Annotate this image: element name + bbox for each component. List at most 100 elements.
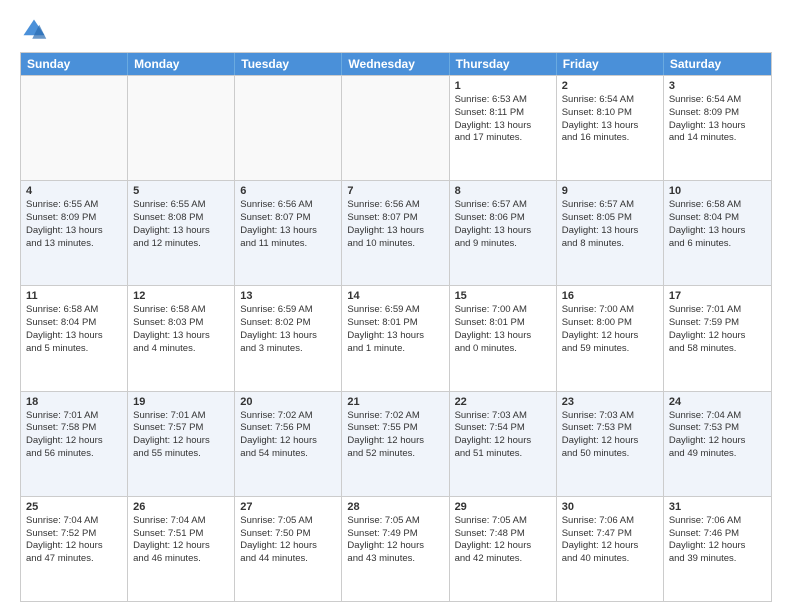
day-cell-3: 3Sunrise: 6:54 AMSunset: 8:09 PMDaylight… — [664, 76, 771, 180]
cell-line: Sunrise: 7:03 AM — [562, 410, 658, 423]
day-cell-26: 26 Sunrise: 7:04 AMSunset: 7:51 PMDayligh… — [128, 497, 235, 601]
cell-line: Sunset: 7:49 PM — [347, 528, 443, 541]
day-cell-30: 30Sunrise: 7:06 AMSunset: 7:47 PMDayligh… — [557, 497, 664, 601]
cell-line: Daylight: 12 hours — [133, 540, 229, 553]
cell-line: and 54 minutes. — [240, 448, 336, 461]
cell-line: Sunset: 7:51 PM — [133, 528, 229, 541]
cell-line: Daylight: 12 hours — [669, 435, 766, 448]
cell-line: Daylight: 12 hours — [562, 435, 658, 448]
day-number: 22 — [455, 396, 551, 408]
cell-line: and 58 minutes. — [669, 343, 766, 356]
day-number: 15 — [455, 290, 551, 302]
header-day-saturday: Saturday — [664, 53, 771, 75]
day-cell-29: 29Sunrise: 7:05 AMSunset: 7:48 PMDayligh… — [450, 497, 557, 601]
calendar-row-0: 1Sunrise: 6:53 AMSunset: 8:11 PMDaylight… — [21, 75, 771, 180]
cell-line: Sunset: 7:55 PM — [347, 422, 443, 435]
cell-line: Sunset: 7:48 PM — [455, 528, 551, 541]
cell-line: Sunset: 8:09 PM — [669, 107, 766, 120]
day-number: 28 — [347, 501, 443, 513]
day-number: 29 — [455, 501, 551, 513]
day-cell-31: 31Sunrise: 7:06 AMSunset: 7:46 PMDayligh… — [664, 497, 771, 601]
cell-line: Daylight: 12 hours — [26, 540, 122, 553]
header-day-monday: Monday — [128, 53, 235, 75]
cell-line: Sunrise: 7:01 AM — [669, 304, 766, 317]
day-cell-11: 11Sunrise: 6:58 AMSunset: 8:04 PMDayligh… — [21, 286, 128, 390]
cell-line: Sunset: 7:59 PM — [669, 317, 766, 330]
cell-line: Daylight: 12 hours — [133, 435, 229, 448]
day-number: 25 — [26, 501, 122, 513]
cell-line: Daylight: 13 hours — [562, 225, 658, 238]
day-cell-17: 17Sunrise: 7:01 AMSunset: 7:59 PMDayligh… — [664, 286, 771, 390]
cell-line: and 1 minute. — [347, 343, 443, 356]
header-day-tuesday: Tuesday — [235, 53, 342, 75]
day-number: 2 — [562, 80, 658, 92]
cell-line: Sunset: 8:07 PM — [240, 212, 336, 225]
day-number: 10 — [669, 185, 766, 197]
cell-line: and 13 minutes. — [26, 238, 122, 251]
header-day-friday: Friday — [557, 53, 664, 75]
day-cell-18: 18Sunrise: 7:01 AMSunset: 7:58 PMDayligh… — [21, 392, 128, 496]
day-number: 31 — [669, 501, 766, 513]
cell-line: Sunrise: 6:58 AM — [669, 199, 766, 212]
day-number: 3 — [669, 80, 766, 92]
cell-line: Sunset: 8:09 PM — [26, 212, 122, 225]
cell-line: Daylight: 13 hours — [133, 225, 229, 238]
cell-line: and 46 minutes. — [133, 553, 229, 566]
logo-icon — [20, 16, 48, 44]
calendar-header: SundayMondayTuesdayWednesdayThursdayFrid… — [21, 53, 771, 75]
cell-line: and 16 minutes. — [562, 132, 658, 145]
cell-line: and 12 minutes. — [133, 238, 229, 251]
cell-line: Sunrise: 7:06 AM — [562, 515, 658, 528]
cell-line: Daylight: 12 hours — [347, 540, 443, 553]
cell-line: Daylight: 12 hours — [26, 435, 122, 448]
cell-line: Daylight: 12 hours — [347, 435, 443, 448]
cell-line: and 49 minutes. — [669, 448, 766, 461]
cell-line: Sunset: 7:53 PM — [669, 422, 766, 435]
cell-line: and 5 minutes. — [26, 343, 122, 356]
cell-line: and 8 minutes. — [562, 238, 658, 251]
cell-line: Daylight: 13 hours — [455, 225, 551, 238]
cell-line: Daylight: 13 hours — [26, 330, 122, 343]
cell-line: and 52 minutes. — [347, 448, 443, 461]
cell-line: Daylight: 13 hours — [240, 225, 336, 238]
cell-line: Sunset: 8:04 PM — [669, 212, 766, 225]
day-cell-5: 5Sunrise: 6:55 AMSunset: 8:08 PMDaylight… — [128, 181, 235, 285]
cell-line: Sunset: 7:53 PM — [562, 422, 658, 435]
day-number: 26 — [133, 501, 229, 513]
cell-line: Sunset: 8:00 PM — [562, 317, 658, 330]
cell-line: Sunrise: 7:00 AM — [455, 304, 551, 317]
cell-line: Sunrise: 6:55 AM — [133, 199, 229, 212]
cell-line: and 9 minutes. — [455, 238, 551, 251]
cell-line: and 47 minutes. — [26, 553, 122, 566]
cell-line: Sunrise: 7:02 AM — [240, 410, 336, 423]
cell-line: Daylight: 13 hours — [347, 225, 443, 238]
cell-line: Sunrise: 7:04 AM — [26, 515, 122, 528]
cell-line: Daylight: 13 hours — [347, 330, 443, 343]
cell-line: Sunrise: 6:55 AM — [26, 199, 122, 212]
empty-cell-0-0 — [21, 76, 128, 180]
day-cell-20: 20Sunrise: 7:02 AMSunset: 7:56 PMDayligh… — [235, 392, 342, 496]
day-cell-13: 13Sunrise: 6:59 AMSunset: 8:02 PMDayligh… — [235, 286, 342, 390]
day-number: 7 — [347, 185, 443, 197]
cell-line: and 40 minutes. — [562, 553, 658, 566]
day-number: 13 — [240, 290, 336, 302]
cell-line: Sunrise: 6:54 AM — [562, 94, 658, 107]
cell-line: Sunrise: 7:05 AM — [240, 515, 336, 528]
day-number: 9 — [562, 185, 658, 197]
page: SundayMondayTuesdayWednesdayThursdayFrid… — [0, 0, 792, 612]
cell-line: Sunrise: 6:56 AM — [240, 199, 336, 212]
cell-line: Sunrise: 7:05 AM — [455, 515, 551, 528]
cell-line: Daylight: 12 hours — [455, 435, 551, 448]
day-cell-8: 8Sunrise: 6:57 AMSunset: 8:06 PMDaylight… — [450, 181, 557, 285]
logo — [20, 16, 50, 44]
day-cell-2: 2Sunrise: 6:54 AMSunset: 8:10 PMDaylight… — [557, 76, 664, 180]
cell-line: Sunrise: 6:54 AM — [669, 94, 766, 107]
day-cell-15: 15Sunrise: 7:00 AMSunset: 8:01 PMDayligh… — [450, 286, 557, 390]
day-cell-12: 12Sunrise: 6:58 AMSunset: 8:03 PMDayligh… — [128, 286, 235, 390]
day-number: 21 — [347, 396, 443, 408]
cell-line: Sunset: 7:54 PM — [455, 422, 551, 435]
cell-line: and 51 minutes. — [455, 448, 551, 461]
cell-line: Sunrise: 7:04 AM — [133, 515, 229, 528]
day-number: 14 — [347, 290, 443, 302]
cell-line: Sunrise: 7:00 AM — [562, 304, 658, 317]
